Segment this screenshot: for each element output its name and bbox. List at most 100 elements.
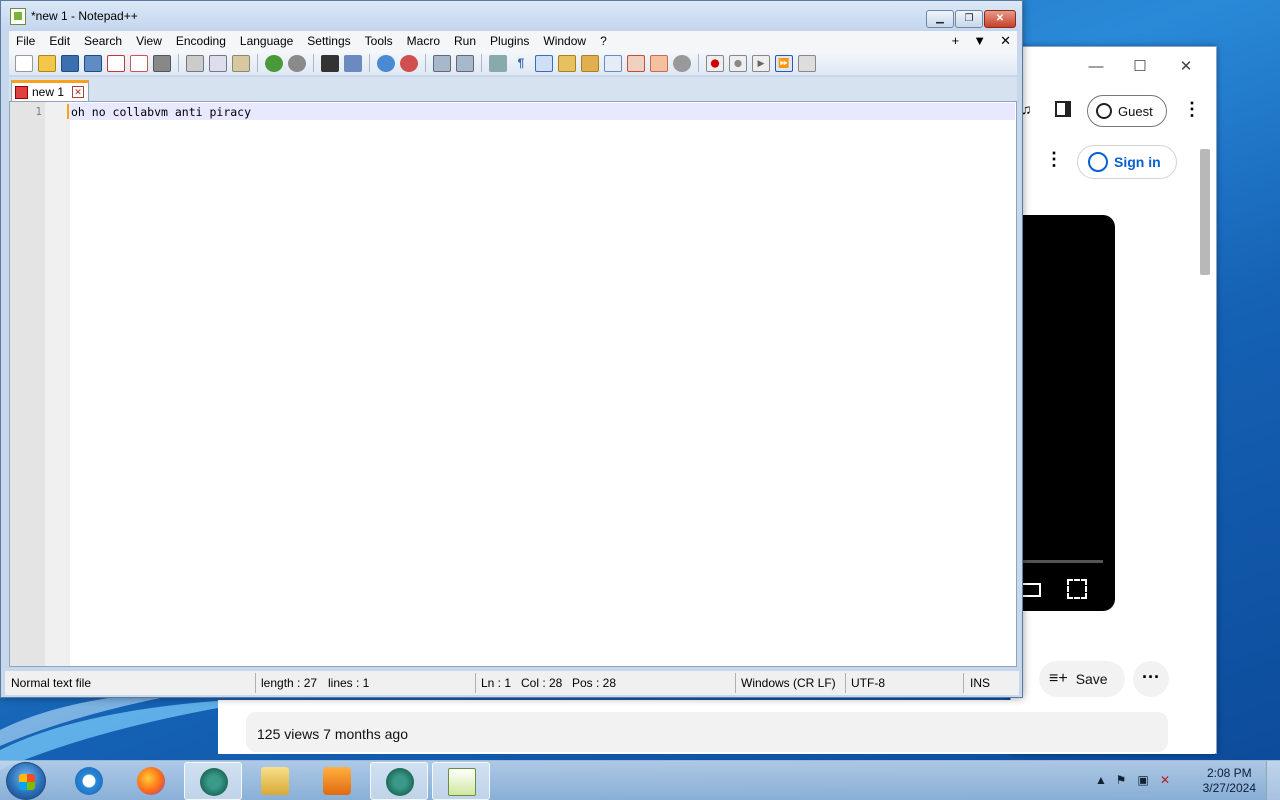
save-label: Save: [1075, 671, 1108, 687]
browser-close-button[interactable]: ✕: [1173, 57, 1199, 77]
volume-muted-icon[interactable]: ✕: [1158, 773, 1172, 787]
notepad-window: *new 1 - Notepad++ ▁ ❐ ✕ File Edit Searc…: [0, 0, 1023, 698]
sign-in-label: Sign in: [1114, 154, 1161, 170]
find-icon[interactable]: [321, 54, 339, 72]
status-insert-mode[interactable]: INS: [970, 676, 990, 690]
status-encoding[interactable]: UTF-8: [851, 676, 885, 690]
status-eol[interactable]: Windows (CR LF): [741, 676, 836, 690]
sign-in-button[interactable]: Sign in: [1077, 145, 1177, 179]
replace-icon[interactable]: [344, 54, 362, 72]
zoom-in-icon[interactable]: [377, 54, 395, 72]
more-options-icon[interactable]: ⋮: [1045, 149, 1063, 170]
minimize-button[interactable]: ▁: [926, 10, 954, 28]
taskbar-collabvm-1[interactable]: [184, 762, 242, 800]
taskbar-firefox[interactable]: [122, 762, 180, 800]
menu-macro[interactable]: Macro: [400, 31, 447, 51]
play-macro-icon[interactable]: ▶: [752, 54, 770, 72]
notepad-plus-plus-icon: [448, 768, 476, 796]
browser-scrollbar[interactable]: ▼: [1198, 139, 1210, 749]
editor-line[interactable]: oh no collabvm anti piracy: [71, 105, 251, 119]
status-lines: lines : 1: [328, 676, 370, 690]
taskbar: ▲ ⚑ ▣ ✕ 2:08 PM 3/27/2024: [0, 760, 1280, 800]
stop-macro-icon[interactable]: [729, 54, 747, 72]
monitoring-icon[interactable]: [673, 54, 691, 72]
taskbar-internet-explorer[interactable]: [60, 762, 118, 800]
sync-vertical-icon[interactable]: [433, 54, 451, 72]
zoom-out-icon[interactable]: [400, 54, 418, 72]
browser-scrollbar-thumb[interactable]: [1200, 149, 1210, 275]
folder-workspace-icon[interactable]: [650, 54, 668, 72]
menu-window[interactable]: Window: [536, 31, 593, 51]
taskbar-collabvm-2[interactable]: [370, 762, 428, 800]
video-player[interactable]: [1011, 215, 1115, 611]
extensions-icon[interactable]: ♫: [1021, 101, 1039, 119]
more-actions-button[interactable]: ···: [1133, 661, 1169, 697]
menu-help[interactable]: ?: [593, 31, 614, 51]
menu-plugins[interactable]: Plugins: [483, 31, 536, 51]
new-tab-icon[interactable]: +: [952, 31, 960, 51]
close-button[interactable]: ✕: [984, 10, 1016, 28]
notepad-titlebar[interactable]: *new 1 - Notepad++ ▁ ❐ ✕: [1, 1, 1022, 31]
sync-horizontal-icon[interactable]: [456, 54, 474, 72]
close-file-icon[interactable]: [107, 54, 125, 72]
menu-settings[interactable]: Settings: [300, 31, 357, 51]
close-tab-icon[interactable]: ✕: [1000, 31, 1011, 51]
taskbar-media-player[interactable]: [308, 762, 366, 800]
tab-new-1[interactable]: new 1 ✕: [11, 80, 89, 101]
indent-guide-icon[interactable]: [535, 54, 553, 72]
new-file-icon[interactable]: [15, 54, 33, 72]
record-macro-icon[interactable]: [706, 54, 724, 72]
action-center-flag-icon[interactable]: ⚑: [1114, 773, 1128, 787]
close-all-icon[interactable]: [130, 54, 148, 72]
menu-language[interactable]: Language: [233, 31, 300, 51]
redo-icon[interactable]: [288, 54, 306, 72]
save-macro-icon[interactable]: [798, 54, 816, 72]
desktop-wallpaper-swoosh: [0, 692, 240, 770]
menu-tools[interactable]: Tools: [358, 31, 400, 51]
fullscreen-icon[interactable]: [1067, 579, 1087, 599]
run-macro-multiple-icon[interactable]: ⏩: [775, 54, 793, 72]
sidepanel-icon[interactable]: [1055, 101, 1071, 117]
doc-map-icon[interactable]: [581, 54, 599, 72]
taskbar-notepad[interactable]: [432, 762, 490, 800]
menu-view[interactable]: View: [129, 31, 169, 51]
save-button[interactable]: ≡+ Save: [1039, 661, 1125, 697]
status-line: Ln : 1: [481, 676, 512, 690]
menu-file[interactable]: File: [9, 31, 42, 51]
taskbar-explorer[interactable]: [246, 762, 304, 800]
miniplayer-icon[interactable]: [1021, 583, 1041, 597]
clock[interactable]: 2:08 PM 3/27/2024: [1203, 766, 1256, 796]
menu-search[interactable]: Search: [77, 31, 129, 51]
undo-icon[interactable]: [265, 54, 283, 72]
menu-encoding[interactable]: Encoding: [169, 31, 233, 51]
save-all-icon[interactable]: [84, 54, 102, 72]
open-file-icon[interactable]: [38, 54, 56, 72]
start-button[interactable]: [6, 762, 46, 800]
browser-menu-icon[interactable]: ⋮: [1183, 99, 1201, 120]
restore-button[interactable]: ❐: [955, 10, 983, 28]
tab-list-icon[interactable]: ▼: [973, 31, 986, 51]
show-hidden-icons[interactable]: ▲: [1094, 773, 1108, 787]
views-info[interactable]: 125 views 7 months ago: [246, 712, 1168, 752]
video-progress-bar[interactable]: [1011, 560, 1103, 563]
text-editor[interactable]: 1 oh no collabvm anti piracy: [9, 101, 1017, 667]
word-wrap-icon[interactable]: [489, 54, 507, 72]
save-icon[interactable]: [61, 54, 79, 72]
show-all-chars-icon[interactable]: ¶: [512, 55, 530, 72]
show-desktop-button[interactable]: [1266, 761, 1280, 800]
menu-edit[interactable]: Edit: [42, 31, 77, 51]
function-list-icon[interactable]: [627, 54, 645, 72]
guest-profile-button[interactable]: Guest: [1087, 95, 1167, 127]
unsaved-file-icon: [15, 85, 28, 99]
copy-icon[interactable]: [209, 54, 227, 72]
user-language-icon[interactable]: [558, 54, 576, 72]
print-icon[interactable]: [153, 54, 171, 72]
paste-icon[interactable]: [232, 54, 250, 72]
browser-minimize-button[interactable]: —: [1083, 57, 1109, 77]
doc-list-icon[interactable]: [604, 54, 622, 72]
network-icon[interactable]: ▣: [1136, 773, 1150, 787]
menu-run[interactable]: Run: [447, 31, 483, 51]
browser-maximize-button[interactable]: ☐: [1127, 57, 1153, 77]
tab-close-icon[interactable]: ✕: [72, 86, 85, 98]
cut-icon[interactable]: [186, 54, 204, 72]
